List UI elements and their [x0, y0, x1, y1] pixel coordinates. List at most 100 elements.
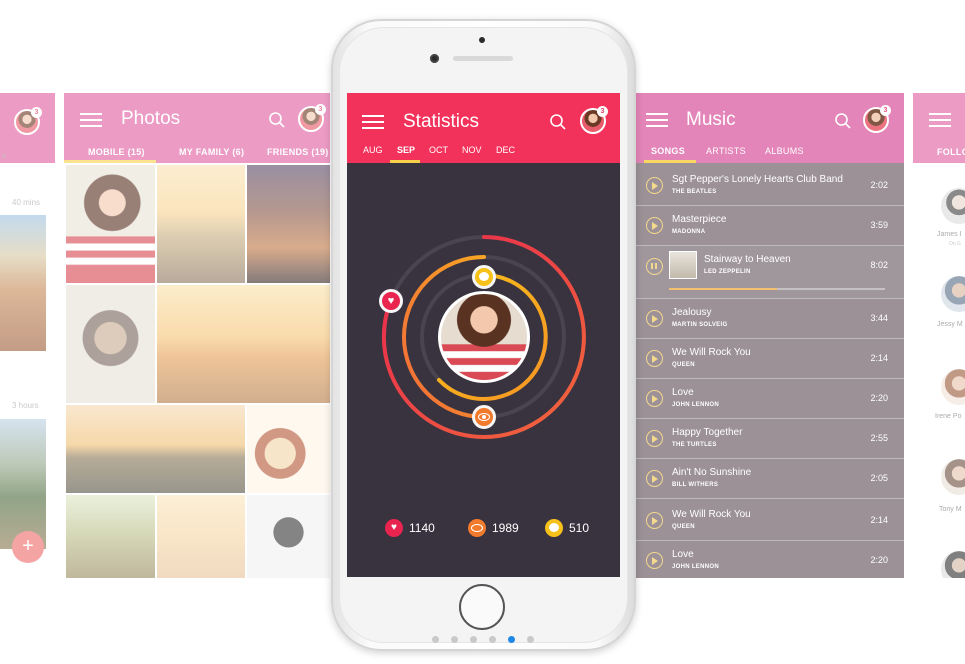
play-icon[interactable]	[646, 350, 663, 367]
tab-albums[interactable]: ALBUMS	[765, 146, 804, 156]
tab-month-nov[interactable]: NOV	[462, 145, 482, 155]
left-edge-header: 3	[0, 93, 55, 163]
avatar[interactable]: 3	[580, 106, 608, 134]
feed-image[interactable]	[0, 419, 46, 549]
phone-speaker	[479, 37, 485, 43]
tab-following[interactable]: FOLLO	[937, 147, 965, 157]
play-icon[interactable]	[646, 310, 663, 327]
song-artist: MADONNA	[672, 229, 706, 235]
photo-tile[interactable]	[247, 495, 330, 578]
page-dot[interactable]	[489, 636, 496, 643]
tab-month-oct[interactable]: OCT	[429, 145, 448, 155]
song-row[interactable]: Jealousy MARTIN SOLVEIG 3:44	[636, 299, 904, 339]
photo-tile[interactable]	[247, 165, 330, 283]
page-dot-active[interactable]	[508, 636, 515, 643]
page-title: Photos	[121, 108, 181, 129]
eye-icon	[472, 405, 496, 429]
play-icon[interactable]	[646, 552, 663, 569]
play-icon[interactable]	[646, 390, 663, 407]
left-edge-screen: 3 s 40 mins 3 hours +	[0, 93, 55, 578]
person-name: Tony M	[939, 506, 962, 513]
song-row[interactable]: We Will Rock You QUEEN 2:14	[636, 339, 904, 379]
home-button[interactable]	[459, 584, 505, 630]
photo-tile[interactable]	[247, 405, 330, 493]
song-title: Stairway to Heaven	[704, 254, 791, 265]
page-dot[interactable]	[527, 636, 534, 643]
song-row[interactable]: Happy Together THE TURTLES 2:55	[636, 419, 904, 459]
active-tab-indicator	[64, 160, 156, 163]
showcase-stage: 3 s 40 mins 3 hours + Photos 3 MOBILE (1…	[0, 0, 965, 664]
song-title: We Will Rock You	[672, 509, 751, 520]
menu-icon[interactable]	[80, 113, 102, 127]
tab-month-dec[interactable]: DEC	[496, 145, 515, 155]
add-fab-button[interactable]: +	[12, 531, 44, 563]
song-duration: 2:05	[870, 473, 888, 483]
photo-tile[interactable]	[66, 405, 245, 493]
play-icon[interactable]	[646, 430, 663, 447]
person-name: James I	[937, 231, 962, 238]
likes-count: 1140	[409, 521, 435, 535]
song-row[interactable]: Sgt Pepper's Lonely Hearts Club Band THE…	[636, 166, 904, 206]
play-icon[interactable]	[646, 217, 663, 234]
menu-icon[interactable]	[362, 115, 384, 129]
search-icon[interactable]	[268, 111, 286, 129]
tab-mobile[interactable]: MOBILE (15)	[88, 147, 145, 157]
views-count: 1989	[492, 521, 519, 535]
search-icon[interactable]	[549, 113, 567, 131]
song-row[interactable]: Ain't No Sunshine BILL WITHERS 2:05	[636, 459, 904, 499]
playback-progress-track[interactable]	[669, 288, 885, 290]
heart-icon: ♥	[385, 519, 403, 537]
eye-icon	[468, 519, 486, 537]
search-icon[interactable]	[834, 112, 852, 130]
song-duration: 2:55	[870, 433, 888, 443]
person-avatar[interactable]	[941, 188, 965, 224]
photo-tile[interactable]	[66, 285, 155, 403]
song-title: Jealousy	[672, 307, 712, 318]
page-dot[interactable]	[470, 636, 477, 643]
person-avatar[interactable]	[941, 551, 965, 578]
pause-icon[interactable]	[646, 258, 663, 275]
photo-tile[interactable]	[66, 165, 155, 283]
song-duration: 2:14	[870, 353, 888, 363]
person-avatar[interactable]	[941, 369, 965, 405]
music-header: Music 3 SONGS ARTISTS ALBUMS	[636, 93, 904, 163]
menu-icon[interactable]	[646, 113, 668, 127]
song-row-now-playing[interactable]: Stairway to Heaven LED ZEPPELIN 8:02	[636, 246, 904, 299]
tab-friends[interactable]: FRIENDS (19)	[267, 147, 329, 157]
photo-tile[interactable]	[66, 495, 155, 578]
tab-songs[interactable]: SONGS	[651, 146, 685, 156]
song-row[interactable]: Love JOHN LENNON 2:20	[636, 379, 904, 419]
photos-header: Photos 3 MOBILE (15) MY FAMILY (6) FRIEN…	[64, 93, 330, 163]
comment-icon	[545, 519, 563, 537]
avatar[interactable]: 3	[298, 104, 326, 132]
play-icon[interactable]	[646, 470, 663, 487]
page-dot[interactable]	[451, 636, 458, 643]
tab-month-sep[interactable]: SEP	[397, 145, 415, 155]
page-dot[interactable]	[432, 636, 439, 643]
profile-photo[interactable]	[438, 291, 530, 383]
person-sub: On G	[949, 241, 961, 247]
music-screen: Music 3 SONGS ARTISTS ALBUMS Sgt Pepper'…	[636, 93, 904, 578]
avatar[interactable]: 3	[14, 107, 42, 135]
play-icon[interactable]	[646, 512, 663, 529]
avatar[interactable]: 3	[863, 105, 891, 133]
song-row[interactable]: We Will Rock You QUEEN 2:14	[636, 501, 904, 541]
tab-artists[interactable]: ARTISTS	[706, 146, 746, 156]
song-duration: 2:20	[870, 555, 888, 565]
song-artist: JOHN LENNON	[672, 402, 719, 408]
feed-image[interactable]	[0, 215, 46, 351]
song-artist: JOHN LENNON	[672, 564, 719, 570]
tab-my-family[interactable]: MY FAMILY (6)	[179, 147, 244, 157]
photo-tile[interactable]	[157, 165, 245, 283]
tab-month-aug[interactable]: AUG	[363, 145, 383, 155]
song-row[interactable]: Masterpiece MADONNA 3:59	[636, 206, 904, 246]
photo-tile[interactable]	[157, 285, 330, 403]
photo-tile[interactable]	[157, 495, 245, 578]
song-row[interactable]: Love JOHN LENNON 2:20	[636, 541, 904, 578]
person-avatar[interactable]	[941, 276, 965, 312]
play-icon[interactable]	[646, 177, 663, 194]
person-avatar[interactable]	[941, 459, 965, 495]
page-indicator	[432, 636, 534, 644]
song-duration: 2:14	[870, 515, 888, 525]
menu-icon[interactable]	[929, 113, 951, 127]
